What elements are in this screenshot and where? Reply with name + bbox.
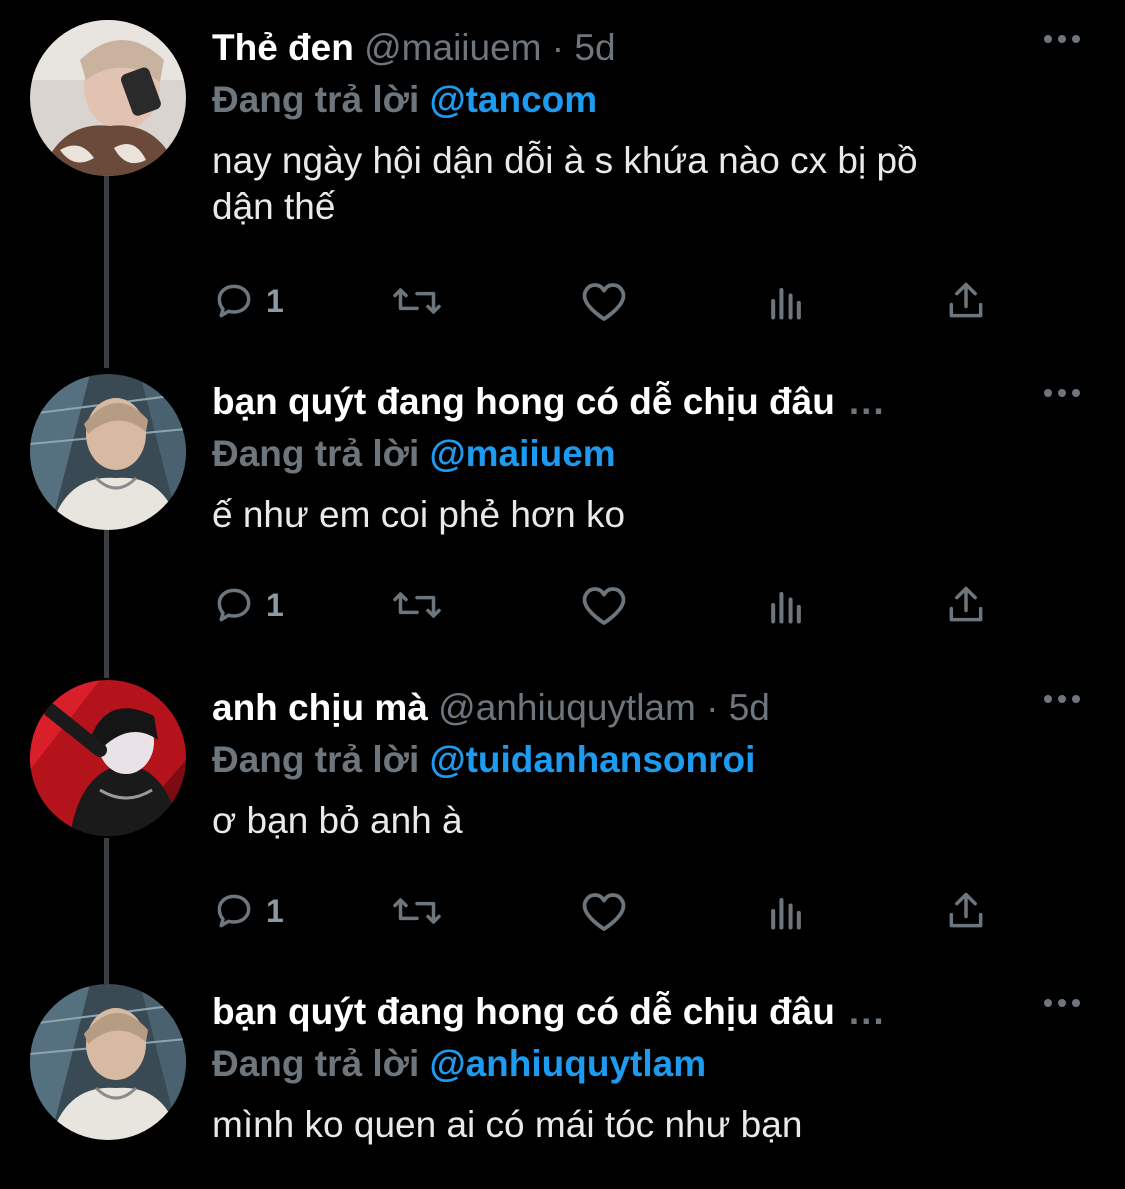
- user-handle[interactable]: @maiiuem: [364, 27, 541, 68]
- reply-thread: Thẻ đen @maiiuem · 5d Đang trả lời @tanc…: [0, 0, 1125, 1189]
- retweet-icon: [393, 898, 441, 924]
- more-options-icon[interactable]: [1043, 34, 1081, 44]
- reply-button[interactable]: 1: [212, 580, 284, 630]
- analytics-icon: [771, 897, 801, 930]
- retweet-button[interactable]: [390, 276, 444, 326]
- display-name[interactable]: Thẻ đen: [212, 27, 354, 68]
- share-icon: [949, 282, 983, 318]
- truncation-ellipsis: ...: [848, 991, 886, 1032]
- timestamp[interactable]: 5d: [729, 687, 770, 728]
- tweet-header: bạn quýt đang hong có dễ chịu đâu...: [212, 380, 985, 424]
- tweet-text: ế như em coi phẻ hơn ko: [212, 492, 1072, 538]
- heart-icon: [582, 283, 626, 321]
- separator-dot: ·: [551, 27, 565, 68]
- action-bar: 1: [212, 580, 1002, 630]
- replying-to: Đang trả lời @tuidanhansonroi: [212, 738, 755, 782]
- retweet-button[interactable]: [390, 580, 444, 630]
- tweet[interactable]: bạn quýt đang hong có dễ chịu đâu... Đan…: [0, 374, 1125, 664]
- avatar[interactable]: [30, 680, 186, 836]
- mention-link[interactable]: @tuidanhansonroi: [430, 739, 756, 780]
- reply-count: 1: [266, 892, 284, 929]
- like-button[interactable]: [580, 886, 628, 936]
- display-name[interactable]: anh chịu mà: [212, 687, 428, 728]
- like-button[interactable]: [580, 276, 628, 326]
- share-button[interactable]: [944, 276, 988, 326]
- tweet-text: ơ bạn bỏ anh à: [212, 798, 1072, 844]
- replying-to-label: Đang trả lời: [212, 79, 420, 120]
- tweet-text-line: ế như em coi phẻ hơn ko: [212, 494, 626, 535]
- mention-link[interactable]: @maiiuem: [430, 433, 616, 474]
- like-button[interactable]: [580, 580, 628, 630]
- share-icon: [949, 586, 983, 622]
- retweet-icon: [393, 592, 441, 618]
- replying-to: Đang trả lời @anhiuquytlam: [212, 1042, 706, 1086]
- reply-icon: [217, 894, 251, 928]
- tweet[interactable]: Thẻ đen @maiiuem · 5d Đang trả lời @tanc…: [0, 20, 1125, 340]
- share-button[interactable]: [944, 580, 988, 630]
- timestamp[interactable]: 5d: [574, 27, 615, 68]
- reply-count: 1: [266, 282, 284, 319]
- reply-button[interactable]: 1: [212, 886, 284, 936]
- reply-icon: [217, 588, 251, 622]
- retweet-button[interactable]: [390, 886, 444, 936]
- reply-icon: [217, 284, 251, 318]
- tweet-text-line: mình ko quen ai có mái tóc như bạn: [212, 1104, 803, 1145]
- analytics-icon: [771, 591, 801, 624]
- share-button[interactable]: [944, 886, 988, 936]
- retweet-icon: [393, 288, 441, 314]
- replying-to-label: Đang trả lời: [212, 433, 420, 474]
- views-button[interactable]: [764, 276, 808, 326]
- display-name[interactable]: bạn quýt đang hong có dễ chịu đâu: [212, 381, 835, 422]
- action-bar: 1: [212, 276, 1002, 326]
- analytics-icon: [771, 287, 801, 320]
- tweet-text-line: nay ngày hội dận dỗi à s khứa nào cx bị …: [212, 140, 918, 181]
- replying-to: Đang trả lời @tancom: [212, 78, 597, 122]
- separator-dot: ·: [706, 687, 719, 728]
- mention-link[interactable]: @anhiuquytlam: [430, 1043, 707, 1084]
- share-icon: [949, 892, 983, 928]
- tweet[interactable]: anh chịu mà @anhiuquytlam · 5d Đang trả …: [0, 680, 1125, 970]
- avatar[interactable]: [30, 374, 186, 530]
- tweet-text-line: ơ bạn bỏ anh à: [212, 800, 463, 841]
- replying-to-label: Đang trả lời: [212, 1043, 420, 1084]
- more-options-icon[interactable]: [1043, 694, 1081, 704]
- tweet-text-line: dận thế: [212, 186, 336, 227]
- truncation-ellipsis: ...: [848, 381, 886, 422]
- reply-button[interactable]: 1: [212, 276, 284, 326]
- replying-to: Đang trả lời @maiiuem: [212, 432, 616, 476]
- tweet-text: nay ngày hội dận dỗi à s khứa nào cx bị …: [212, 138, 1072, 230]
- mention-link[interactable]: @tancom: [430, 79, 598, 120]
- tweet-header: anh chịu mà @anhiuquytlam · 5d: [212, 686, 985, 730]
- tweet[interactable]: bạn quýt đang hong có dễ chịu đâu... Đan…: [0, 984, 1125, 1189]
- views-button[interactable]: [764, 886, 808, 936]
- tweet-header: bạn quýt đang hong có dễ chịu đâu...: [212, 990, 985, 1034]
- reply-count: 1: [266, 586, 284, 623]
- avatar[interactable]: [30, 984, 186, 1140]
- more-options-icon[interactable]: [1043, 998, 1081, 1008]
- replying-to-label: Đang trả lời: [212, 739, 420, 780]
- heart-icon: [582, 587, 626, 625]
- action-bar: 1: [212, 886, 1002, 936]
- tweet-text: mình ko quen ai có mái tóc như bạn: [212, 1102, 1072, 1148]
- tweet-header: Thẻ đen @maiiuem · 5d: [212, 26, 985, 70]
- views-button[interactable]: [764, 580, 808, 630]
- more-options-icon[interactable]: [1043, 388, 1081, 398]
- avatar[interactable]: [30, 20, 186, 176]
- heart-icon: [582, 893, 626, 931]
- user-handle[interactable]: @anhiuquytlam: [438, 687, 696, 728]
- display-name[interactable]: bạn quýt đang hong có dễ chịu đâu: [212, 991, 835, 1032]
